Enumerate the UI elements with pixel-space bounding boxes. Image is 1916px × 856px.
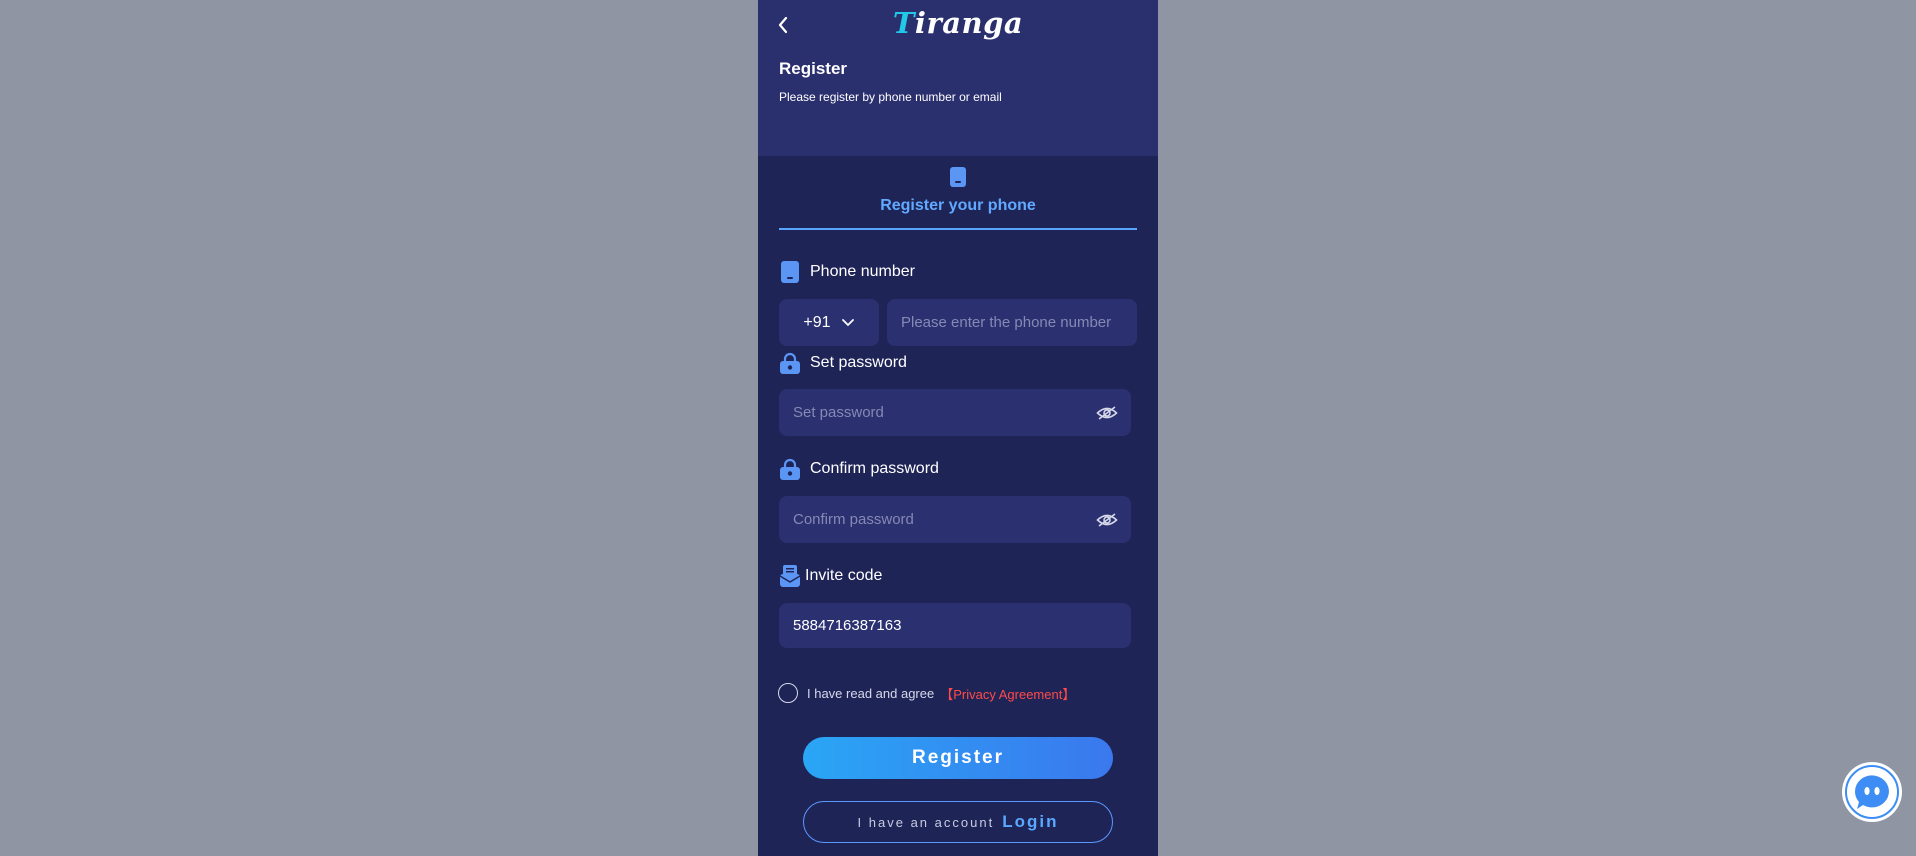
- password-label-text: Set password: [810, 354, 907, 371]
- chevron-down-icon: [841, 318, 854, 326]
- phone-icon: [949, 166, 967, 193]
- phone-icon: [779, 261, 801, 283]
- invite-field: [779, 603, 1131, 648]
- privacy-agreement-link[interactable]: 【Privacy Agreement】: [940, 684, 1075, 703]
- phone-label: Phone number: [779, 260, 915, 284]
- header: Tiranga Register Please register by phon…: [758, 0, 1158, 156]
- login-label: Login: [1002, 812, 1059, 831]
- confirm-password-label-text: Confirm password: [810, 460, 939, 477]
- agreement-row: I have read and agree 【Privacy Agreement…: [778, 683, 1075, 703]
- phone-label-text: Phone number: [810, 263, 915, 280]
- confirm-password-label: Confirm password: [779, 457, 939, 481]
- password-field: [779, 389, 1131, 436]
- password-input[interactable]: [779, 404, 1093, 421]
- tab-register-phone[interactable]: Register your phone: [779, 160, 1137, 230]
- page-subtitle: Please register by phone number or email: [779, 90, 1002, 104]
- phone-field: [887, 299, 1137, 346]
- eye-off-icon[interactable]: [1093, 506, 1121, 534]
- app-logo: Tiranga: [892, 6, 1024, 40]
- invite-label: Invite code: [779, 564, 882, 588]
- invite-label-text: Invite code: [805, 567, 883, 584]
- page-title: Register: [779, 59, 848, 78]
- invite-icon: [779, 565, 801, 587]
- phone-input[interactable]: [887, 314, 1137, 331]
- have-account-text: I have an account: [857, 814, 995, 830]
- lock-icon: [779, 352, 801, 374]
- chat-support-button[interactable]: [1842, 762, 1902, 822]
- eye-off-icon[interactable]: [1093, 399, 1121, 427]
- invite-code-input[interactable]: [779, 617, 1131, 634]
- confirm-password-field: [779, 496, 1131, 543]
- register-page: Tiranga Register Please register by phon…: [758, 0, 1158, 856]
- country-code-select[interactable]: +91: [779, 299, 879, 346]
- password-label: Set password: [779, 351, 907, 375]
- country-code-value: +91: [803, 313, 831, 331]
- chat-bot-icon: [1845, 765, 1899, 819]
- agree-checkbox[interactable]: [778, 683, 798, 703]
- agreement-text: I have read and agree: [807, 685, 935, 701]
- tab-label: Register your phone: [880, 197, 1036, 214]
- confirm-password-input[interactable]: [779, 511, 1093, 528]
- login-button[interactable]: I have an account Login: [803, 801, 1113, 843]
- lock-icon: [779, 458, 801, 480]
- register-button[interactable]: Register: [803, 737, 1113, 779]
